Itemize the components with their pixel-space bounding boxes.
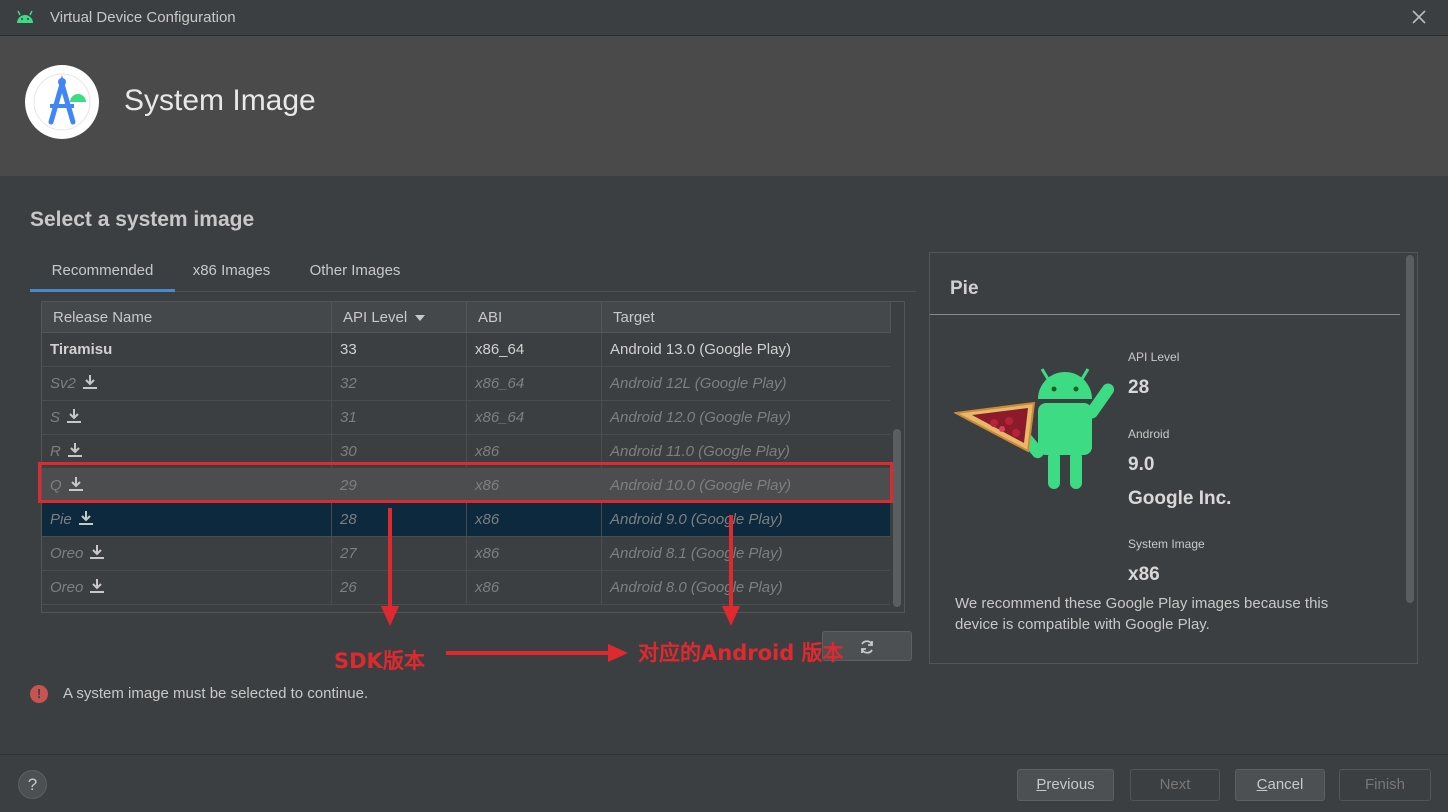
- wizard-header: System Image: [0, 36, 1448, 176]
- target-cell: Android 12L (Google Play): [602, 367, 891, 400]
- release-name: S: [50, 409, 61, 426]
- release-name-cell: Oreo: [42, 571, 332, 604]
- section-title: Select a system image: [30, 208, 255, 231]
- system-image-table: Release Name API Level ABI Target Tirami…: [41, 301, 905, 613]
- arrow-down-icon: [722, 515, 740, 626]
- system-image-value: x86: [1128, 564, 1160, 585]
- android-studio-logo-icon: [25, 65, 99, 139]
- cancel-button[interactable]: Cancel: [1235, 769, 1325, 801]
- table-row[interactable]: Pie 28 x86 Android 9.0 (Google Play): [42, 503, 891, 537]
- abi-cell: x86: [467, 571, 602, 604]
- system-image-label: System Image: [1128, 537, 1205, 551]
- android-label: Android: [1128, 427, 1170, 441]
- error-message: A system image must be selected to conti…: [63, 685, 369, 702]
- column-label: API Level: [343, 309, 408, 326]
- release-name: Pie: [50, 511, 72, 528]
- table-row[interactable]: Oreo 26 x86 Android 8.0 (Google Play): [42, 571, 891, 605]
- details-description: We recommend these Google Play images be…: [955, 595, 1329, 633]
- refresh-icon: [861, 640, 873, 654]
- download-icon[interactable]: [89, 544, 105, 560]
- release-name: Sv2: [50, 375, 76, 392]
- target-cell: Android 13.0 (Google Play): [602, 333, 891, 366]
- help-button[interactable]: ?: [18, 770, 47, 799]
- column-label: Target: [613, 309, 655, 326]
- column-label: Release Name: [53, 309, 153, 326]
- android-icon: [17, 10, 33, 23]
- api-level-label: API Level: [1128, 350, 1180, 364]
- image-details-panel: Pie API Level 28 Android 9.0 Google Inc.…: [929, 252, 1418, 664]
- window-titlebar: Virtual Device Configuration: [0, 0, 1448, 36]
- scrollbar-thumb[interactable]: [893, 429, 901, 607]
- release-name: R: [50, 443, 61, 460]
- previous-button[interactable]: Previous: [1017, 769, 1114, 801]
- release-name: Oreo: [50, 545, 84, 562]
- vendor-value: Google Inc.: [1128, 488, 1232, 509]
- release-name-cell: Oreo: [42, 537, 332, 570]
- details-divider: [930, 314, 1400, 315]
- target-cell: Android 8.1 (Google Play): [602, 537, 891, 570]
- android-version-value: 9.0: [1128, 454, 1155, 475]
- scrollbar-thumb[interactable]: [1406, 255, 1414, 603]
- release-name-cell: S: [42, 401, 332, 434]
- table-row[interactable]: Oreo 27 x86 Android 8.1 (Google Play): [42, 537, 891, 571]
- button-label: revious: [1046, 776, 1095, 793]
- abi-cell: x86: [467, 503, 602, 536]
- table-row[interactable]: S 31 x86_64 Android 12.0 (Google Play): [42, 401, 891, 435]
- window-title: Virtual Device Configuration: [50, 9, 236, 26]
- api-level-cell: 32: [332, 367, 467, 400]
- target-cell: Android 8.0 (Google Play): [602, 571, 891, 604]
- wizard-footer: ? Previous Next Cancel Finish: [0, 754, 1448, 812]
- column-target[interactable]: Target: [602, 302, 891, 333]
- abi-cell: x86: [467, 537, 602, 570]
- mnemonic-letter: P: [1036, 776, 1047, 793]
- api-level-cell: 31: [332, 401, 467, 434]
- download-icon[interactable]: [66, 408, 82, 424]
- table-header: Release Name API Level ABI Target: [42, 302, 891, 333]
- next-button[interactable]: Next: [1130, 769, 1220, 801]
- release-name-cell: Pie: [42, 503, 332, 536]
- tab-x86-images[interactable]: x86 Images: [175, 254, 288, 292]
- table-row[interactable]: Sv2 32 x86_64 Android 12L (Google Play): [42, 367, 891, 401]
- tab-recommended[interactable]: Recommended: [30, 254, 175, 292]
- sdk-version-annotation: SDK版本: [334, 649, 425, 673]
- download-icon[interactable]: [82, 374, 98, 390]
- arrow-down-icon: [381, 508, 399, 626]
- close-icon[interactable]: [1410, 8, 1428, 26]
- abi-cell: x86_64: [467, 401, 602, 434]
- abi-cell: x86_64: [467, 367, 602, 400]
- tab-other-images[interactable]: Other Images: [292, 254, 418, 292]
- abi-cell: x86_64: [467, 333, 602, 366]
- image-tabs: Recommended x86 Images Other Images: [30, 254, 916, 292]
- arrow-right-icon: [446, 644, 628, 662]
- column-release-name[interactable]: Release Name: [42, 302, 332, 333]
- api-level-cell: 33: [332, 333, 467, 366]
- download-icon[interactable]: [78, 510, 94, 526]
- download-icon[interactable]: [67, 442, 83, 458]
- mnemonic-letter: C: [1256, 776, 1268, 793]
- finish-button[interactable]: Finish: [1339, 769, 1431, 801]
- page-title: System Image: [124, 84, 316, 117]
- android-pie-mascot-icon: [954, 368, 1115, 489]
- sort-descending-icon: [415, 315, 426, 322]
- target-cell: Android 9.0 (Google Play): [602, 503, 891, 536]
- table-row[interactable]: Tiramisu 33 x86_64 Android 13.0 (Google …: [42, 333, 891, 367]
- details-scrollbar[interactable]: [1404, 255, 1416, 661]
- highlight-box: [38, 462, 893, 503]
- release-name: Tiramisu: [50, 341, 113, 358]
- target-cell: Android 12.0 (Google Play): [602, 401, 891, 434]
- api-level-value: 28: [1128, 377, 1150, 398]
- download-icon[interactable]: [89, 578, 105, 594]
- column-api-level[interactable]: API Level: [332, 302, 467, 333]
- error-icon: !: [30, 685, 48, 703]
- release-name-cell: Sv2: [42, 367, 332, 400]
- details-title: Pie: [950, 278, 979, 299]
- column-label: ABI: [478, 309, 503, 326]
- column-abi[interactable]: ABI: [467, 302, 602, 333]
- button-label: ancel: [1267, 776, 1304, 793]
- android-version-annotation: 对应的Android 版本: [638, 641, 844, 665]
- release-name-cell: Tiramisu: [42, 333, 332, 366]
- release-name: Oreo: [50, 579, 84, 596]
